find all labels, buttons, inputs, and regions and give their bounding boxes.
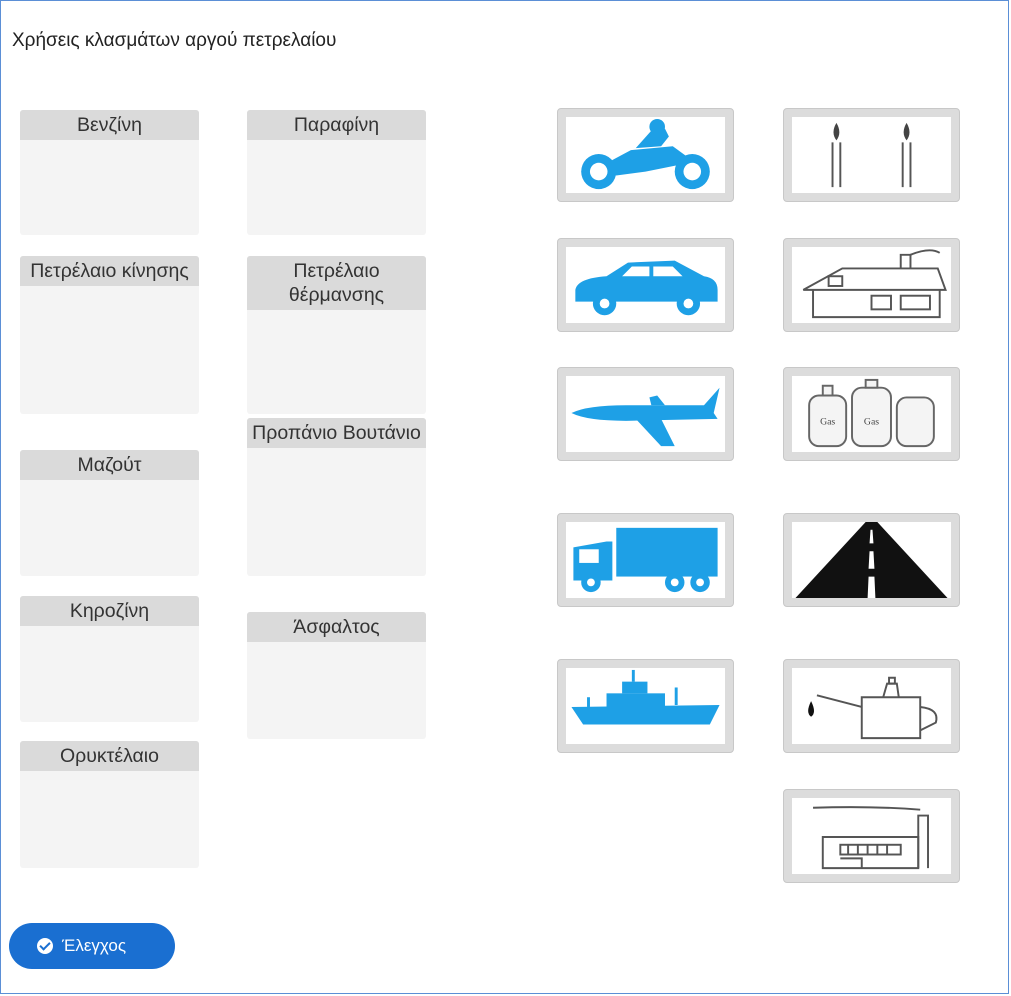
gas-label: Gas: [864, 417, 879, 428]
draggable-card-house[interactable]: [783, 238, 960, 332]
draggable-card-motorcycle[interactable]: [557, 108, 734, 202]
gas-cylinders-icon: Gas Gas: [808, 378, 935, 448]
drop-zone-label: Κηροζίνη: [20, 596, 199, 626]
drop-zone-paraffin[interactable]: Παραφίνη: [247, 110, 426, 235]
motorcycle-icon: [581, 118, 710, 190]
drop-zone-fuel-oil[interactable]: Μαζούτ: [20, 450, 199, 576]
house-icon: [802, 249, 947, 319]
ship-icon: [571, 669, 720, 725]
drop-zone-diesel[interactable]: Πετρέλαιο κίνησης: [20, 256, 199, 414]
check-circle-icon: [37, 938, 53, 954]
drop-zone-label: Ορυκτέλαιο: [20, 741, 199, 771]
drop-zone-label: Προπάνιο Βουτάνιο: [247, 418, 426, 448]
airplane-icon: [571, 387, 720, 447]
drop-zone-label: Πετρέλαιο θέρμανσης: [247, 256, 426, 310]
page-title: Χρήσεις κλασμάτων αργού πετρελαίου: [12, 30, 337, 51]
oil-can-icon: [808, 676, 938, 740]
draggable-card-gas-cylinders[interactable]: Gas Gas: [783, 367, 960, 461]
check-button-label: Έλεγχος: [62, 936, 127, 955]
draggable-card-factory[interactable]: [783, 789, 960, 883]
gas-label: Gas: [820, 417, 835, 428]
drop-zone-asphalt[interactable]: Άσφαλτος: [247, 612, 426, 739]
check-button[interactable]: Έλεγχος: [9, 923, 175, 969]
car-icon: [575, 260, 718, 316]
drop-zone-kerosene[interactable]: Κηροζίνη: [20, 596, 199, 722]
draggable-card-airplane[interactable]: [557, 367, 734, 461]
drop-zone-heating-oil[interactable]: Πετρέλαιο θέρμανσης: [247, 256, 426, 414]
draggable-card-truck[interactable]: [557, 513, 734, 607]
draggable-card-candles[interactable]: [783, 108, 960, 202]
road-icon: [795, 522, 948, 598]
factory-icon: [813, 806, 929, 870]
drop-zone-benzine[interactable]: Βενζίνη: [20, 110, 199, 235]
draggable-card-ship[interactable]: [557, 659, 734, 753]
drop-zone-label: Πετρέλαιο κίνησης: [20, 256, 199, 286]
draggable-card-car[interactable]: [557, 238, 734, 332]
truck-icon: [573, 527, 718, 593]
drop-zone-propane-butane[interactable]: Προπάνιο Βουτάνιο: [247, 418, 426, 576]
drop-zone-label: Βενζίνη: [20, 110, 199, 140]
drop-zone-label: Μαζούτ: [20, 450, 199, 480]
draggable-card-oil-can[interactable]: [783, 659, 960, 753]
candles-icon: [831, 122, 912, 188]
drop-zone-label: Άσφαλτος: [247, 612, 426, 642]
draggable-card-road[interactable]: [783, 513, 960, 607]
drop-zone-label: Παραφίνη: [247, 110, 426, 140]
drop-zone-mineral-oil[interactable]: Ορυκτέλαιο: [20, 741, 199, 868]
